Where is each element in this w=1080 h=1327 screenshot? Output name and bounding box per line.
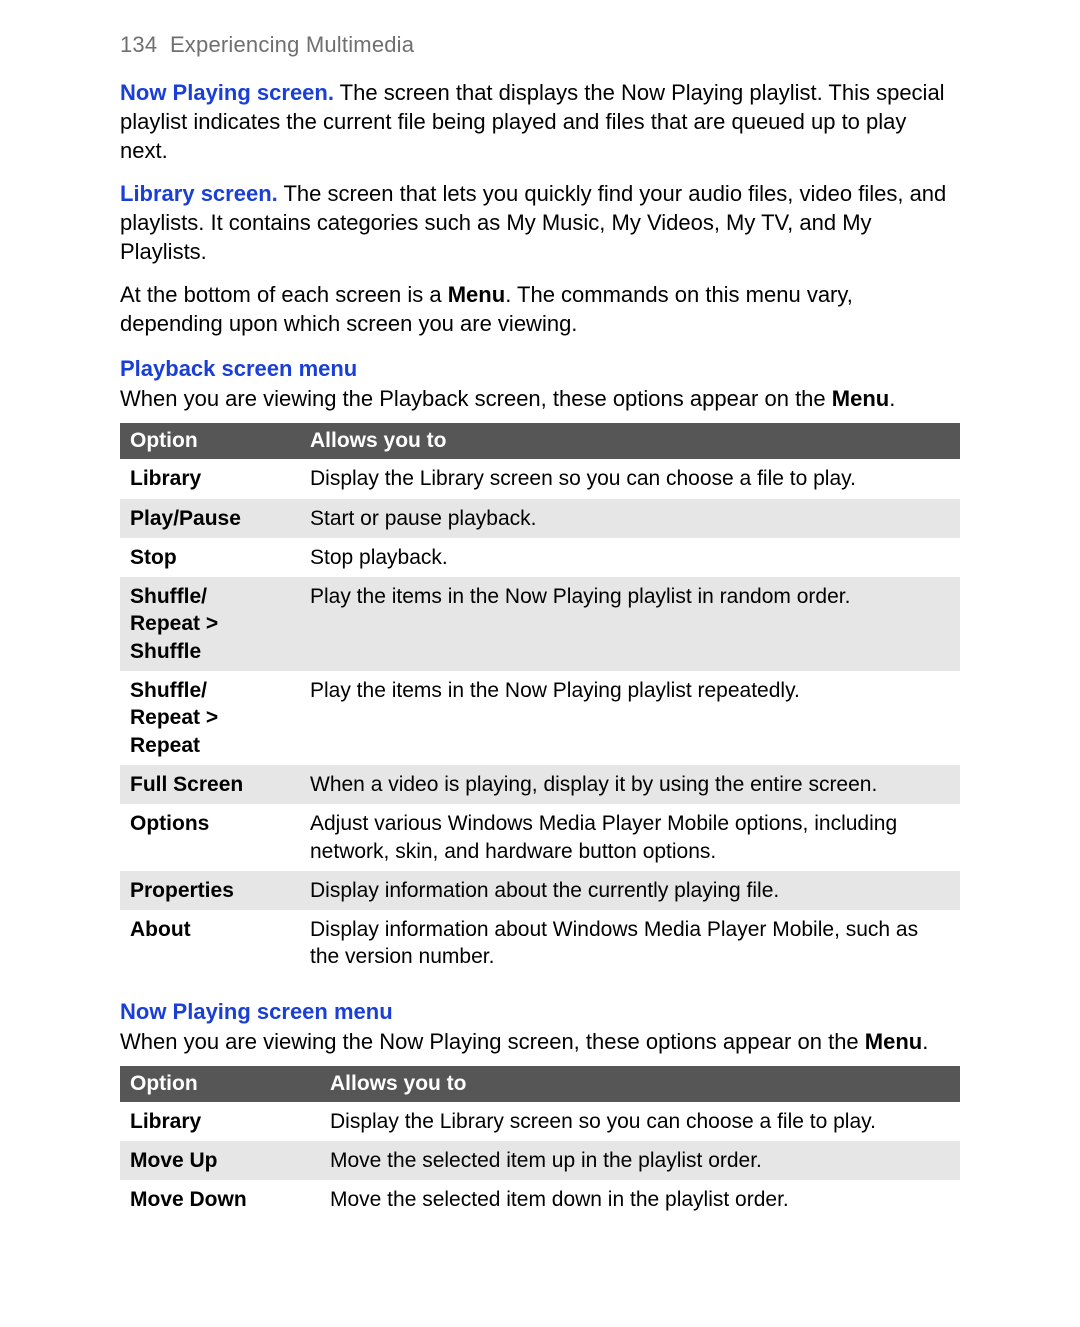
option-cell: Stop	[120, 538, 300, 577]
option-cell: Full Screen	[120, 765, 300, 804]
option-cell: About	[120, 910, 300, 977]
desc-cell: Display information about Windows Media …	[300, 910, 960, 977]
table-playback-menu: Option Allows you to LibraryDisplay the …	[120, 423, 960, 976]
desc-cell: Display the Library screen so you can ch…	[320, 1102, 960, 1141]
option-cell: Shuffle/Repeat >Shuffle	[120, 577, 300, 671]
table-row: AboutDisplay information about Windows M…	[120, 910, 960, 977]
inline-heading-library: Library screen.	[120, 181, 278, 206]
desc-cell: Play the items in the Now Playing playli…	[300, 671, 960, 765]
table1-col2-header: Allows you to	[300, 423, 960, 459]
desc-cell: Play the items in the Now Playing playli…	[300, 577, 960, 671]
table2-col1-header: Option	[120, 1066, 320, 1102]
page-header: 134 Experiencing Multimedia	[120, 32, 960, 58]
desc-cell: Start or pause playback.	[300, 499, 960, 538]
section2-intro: When you are viewing the Now Playing scr…	[120, 1027, 960, 1056]
desc-cell: Stop playback.	[300, 538, 960, 577]
option-cell: Library	[120, 1102, 320, 1141]
option-cell: Move Up	[120, 1141, 320, 1180]
option-cell: Library	[120, 459, 300, 498]
table-now-playing-menu: Option Allows you to LibraryDisplay the …	[120, 1066, 960, 1220]
page-number: 134	[120, 32, 157, 57]
table1-col1-header: Option	[120, 423, 300, 459]
table-row: Shuffle/Repeat >RepeatPlay the items in …	[120, 671, 960, 765]
option-cell: Shuffle/Repeat >Repeat	[120, 671, 300, 765]
option-cell: Move Down	[120, 1180, 320, 1219]
desc-cell: When a video is playing, display it by u…	[300, 765, 960, 804]
section2-intro-bold: Menu	[865, 1029, 922, 1054]
section1-intro: When you are viewing the Playback screen…	[120, 384, 960, 413]
table-row: LibraryDisplay the Library screen so you…	[120, 459, 960, 498]
para-library: Library screen. The screen that lets you…	[120, 179, 960, 266]
option-cell: Options	[120, 804, 300, 871]
desc-cell: Move the selected item up in the playlis…	[320, 1141, 960, 1180]
para-menu-intro: At the bottom of each screen is a Menu. …	[120, 280, 960, 338]
desc-cell: Display information about the currently …	[300, 871, 960, 910]
chapter-title: Experiencing Multimedia	[170, 32, 414, 57]
table-row: Move UpMove the selected item up in the …	[120, 1141, 960, 1180]
section2-intro-before: When you are viewing the Now Playing scr…	[120, 1029, 865, 1054]
table-row: Shuffle/Repeat >ShufflePlay the items in…	[120, 577, 960, 671]
inline-heading-now-playing: Now Playing screen.	[120, 80, 334, 105]
table-row: Full ScreenWhen a video is playing, disp…	[120, 765, 960, 804]
para-now-playing: Now Playing screen. The screen that disp…	[120, 78, 960, 165]
desc-cell: Display the Library screen so you can ch…	[300, 459, 960, 498]
table-row: Move DownMove the selected item down in …	[120, 1180, 960, 1219]
section2-intro-after: .	[922, 1029, 928, 1054]
section1-intro-before: When you are viewing the Playback screen…	[120, 386, 832, 411]
table2-col2-header: Allows you to	[320, 1066, 960, 1102]
table-row: PropertiesDisplay information about the …	[120, 871, 960, 910]
desc-cell: Move the selected item down in the playl…	[320, 1180, 960, 1219]
table-row: Play/PauseStart or pause playback.	[120, 499, 960, 538]
section-heading-playback: Playback screen menu	[120, 356, 960, 382]
section1-intro-after: .	[889, 386, 895, 411]
table-row: StopStop playback.	[120, 538, 960, 577]
table-row: LibraryDisplay the Library screen so you…	[120, 1102, 960, 1141]
section-heading-now-playing: Now Playing screen menu	[120, 999, 960, 1025]
option-cell: Properties	[120, 871, 300, 910]
section1-intro-bold: Menu	[832, 386, 889, 411]
menu-intro-before: At the bottom of each screen is a	[120, 282, 448, 307]
desc-cell: Adjust various Windows Media Player Mobi…	[300, 804, 960, 871]
table-row: OptionsAdjust various Windows Media Play…	[120, 804, 960, 871]
page-container: 134 Experiencing Multimedia Now Playing …	[0, 0, 1080, 1302]
option-cell: Play/Pause	[120, 499, 300, 538]
menu-intro-bold: Menu	[448, 282, 505, 307]
